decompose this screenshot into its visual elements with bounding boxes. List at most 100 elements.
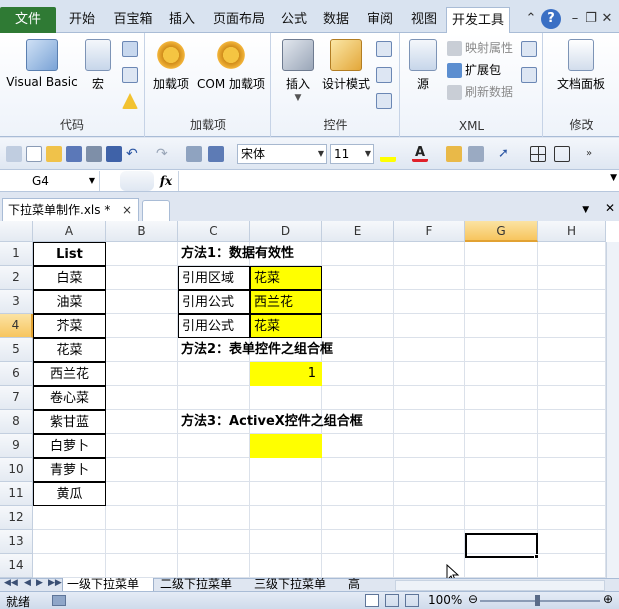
- row-header-11[interactable]: 11: [0, 482, 33, 506]
- close-icon[interactable]: ✕: [597, 9, 617, 29]
- vertical-scrollbar[interactable]: [606, 242, 619, 578]
- zoom-out-icon[interactable]: ⊖: [468, 592, 478, 606]
- refresh-data-button[interactable]: 刷新数据: [447, 83, 513, 101]
- cell-a5[interactable]: 花菜: [33, 338, 106, 362]
- cell-a8[interactable]: 紫甘蓝: [33, 410, 106, 434]
- design-mode-button[interactable]: 设计模式: [318, 39, 374, 92]
- zoom-slider-thumb[interactable]: [535, 595, 540, 606]
- select-all-corner[interactable]: [0, 221, 33, 242]
- cell-c8[interactable]: 方法3：ActiveX控件之组合框: [178, 410, 363, 434]
- page-break-view-icon[interactable]: [405, 594, 419, 607]
- properties-icon[interactable]: [376, 41, 392, 57]
- row-header-2[interactable]: 2: [0, 266, 33, 290]
- horizontal-scrollbar[interactable]: [395, 580, 605, 591]
- formula-bar-expander[interactable]: [120, 171, 154, 191]
- worksheet-grid[interactable]: ABCDEFGH 1 2 3 4 5 6 7 8 9 10 11 12 13 14 List 白菜 油菜 芥菜花…: [0, 221, 619, 578]
- zoom-slider-track[interactable]: [480, 600, 600, 602]
- cell-a2[interactable]: 白菜: [33, 266, 106, 290]
- zoom-in-icon[interactable]: ⊕: [603, 592, 613, 606]
- map-properties-button[interactable]: 映射属性: [447, 39, 513, 57]
- column-header-c[interactable]: C: [178, 221, 250, 242]
- row-header-8[interactable]: 8: [0, 410, 33, 434]
- view-code-icon[interactable]: [376, 67, 392, 83]
- next-sheet-icon[interactable]: ▶: [36, 578, 43, 588]
- font-name-select[interactable]: 宋体 ▼: [237, 144, 327, 164]
- tab-insert[interactable]: 插入: [162, 7, 202, 33]
- xml-import-icon[interactable]: [521, 41, 537, 57]
- tab-data[interactable]: 数据: [316, 7, 356, 33]
- workbook-close-icon[interactable]: ×: [122, 199, 132, 221]
- fill-color-icon[interactable]: [380, 146, 396, 162]
- row-header-10[interactable]: 10: [0, 458, 33, 482]
- sheet-tab-level1[interactable]: 一级下拉菜单: [62, 578, 154, 592]
- undo-icon[interactable]: ↶: [126, 146, 142, 162]
- cell-c2[interactable]: 引用区域: [178, 266, 250, 290]
- file-tab[interactable]: 文件: [0, 7, 56, 33]
- row-header-1[interactable]: 1: [0, 242, 33, 266]
- cell-d6[interactable]: 1: [250, 362, 322, 386]
- open-folder-icon[interactable]: [46, 146, 62, 162]
- tab-view[interactable]: 视图: [404, 7, 444, 33]
- last-sheet-icon[interactable]: ▶▶: [48, 578, 62, 588]
- com-addins-button[interactable]: COM 加载项: [194, 39, 268, 92]
- toolbar-more-icon[interactable]: »: [586, 146, 602, 162]
- row-header-14[interactable]: 14: [0, 554, 33, 578]
- formula-input[interactable]: [178, 171, 606, 191]
- expansion-packs-button[interactable]: 扩展包: [447, 61, 501, 79]
- relative-reference-icon[interactable]: [122, 67, 138, 83]
- column-header-h[interactable]: H: [538, 221, 606, 242]
- print-icon[interactable]: [86, 146, 102, 162]
- cell-c4[interactable]: 引用公式: [178, 314, 250, 338]
- row-header-13[interactable]: 13: [0, 530, 33, 554]
- cell-d4[interactable]: 花菜: [250, 314, 322, 338]
- workbook-close-all-icon[interactable]: ✕: [605, 201, 615, 215]
- addins-button[interactable]: 加载项: [150, 39, 192, 92]
- print-preview-icon[interactable]: [186, 146, 202, 162]
- cell-c1[interactable]: 方法1：数据有效性: [178, 242, 294, 266]
- cell-a9[interactable]: 白萝卜: [33, 434, 106, 458]
- column-header-g[interactable]: G: [465, 221, 538, 242]
- help-icon[interactable]: ?: [541, 9, 561, 29]
- tab-toolbox[interactable]: 百宝箱: [108, 7, 158, 33]
- insert-function-icon[interactable]: fx: [157, 171, 175, 191]
- new-file-icon[interactable]: [26, 146, 42, 162]
- new-workbook-tab-button[interactable]: [142, 200, 170, 221]
- record-macro-icon[interactable]: [122, 41, 138, 57]
- tab-home[interactable]: 开始: [60, 7, 104, 33]
- redo-icon[interactable]: ↷: [156, 146, 172, 162]
- format-painter-icon[interactable]: [446, 146, 462, 162]
- row-header-7[interactable]: 7: [0, 386, 33, 410]
- ribbon-minimize-arrow-icon[interactable]: ⌃: [521, 9, 541, 29]
- visual-basic-button[interactable]: Visual Basic: [4, 39, 80, 89]
- cell-c5[interactable]: 方法2：表单控件之组合框: [178, 338, 333, 362]
- cell-a10[interactable]: 青萝卜: [33, 458, 106, 482]
- activex-combobox[interactable]: [250, 434, 322, 458]
- xml-source-button[interactable]: 源: [405, 39, 441, 92]
- help-pointer-icon[interactable]: ➚: [498, 146, 514, 162]
- fill-handle[interactable]: [534, 554, 539, 559]
- insert-control-button[interactable]: 插入 ▼: [278, 39, 318, 103]
- cell-a6[interactable]: 西兰花: [33, 362, 106, 386]
- name-box[interactable]: G4 ▼: [0, 171, 100, 191]
- column-header-b[interactable]: B: [106, 221, 178, 242]
- border-style-icon[interactable]: [554, 146, 570, 162]
- tab-developer[interactable]: 开发工具: [446, 7, 510, 34]
- sheet-tab-level3[interactable]: 三级下拉菜单: [250, 578, 342, 592]
- row-header-5[interactable]: 5: [0, 338, 33, 362]
- formula-expand-icon[interactable]: ▼: [610, 173, 617, 183]
- prev-sheet-icon[interactable]: ◀: [24, 578, 31, 588]
- column-header-f[interactable]: F: [394, 221, 465, 242]
- cell-a1[interactable]: List: [33, 242, 106, 266]
- sheet-tab-partial[interactable]: 高: [344, 578, 368, 592]
- cell-c3[interactable]: 引用公式: [178, 290, 250, 314]
- cell-a7[interactable]: 卷心菜: [33, 386, 106, 410]
- xml-export-icon[interactable]: [521, 67, 537, 83]
- macro-security-icon[interactable]: [122, 93, 138, 109]
- sheet-tab-level2[interactable]: 二级下拉菜单: [156, 578, 248, 592]
- row-header-6[interactable]: 6: [0, 362, 33, 386]
- borders-icon[interactable]: [530, 146, 546, 162]
- macro-button[interactable]: 宏: [84, 39, 112, 92]
- row-header-12[interactable]: 12: [0, 506, 33, 530]
- font-color-icon[interactable]: A: [412, 146, 428, 162]
- tab-formulas[interactable]: 公式: [276, 7, 312, 33]
